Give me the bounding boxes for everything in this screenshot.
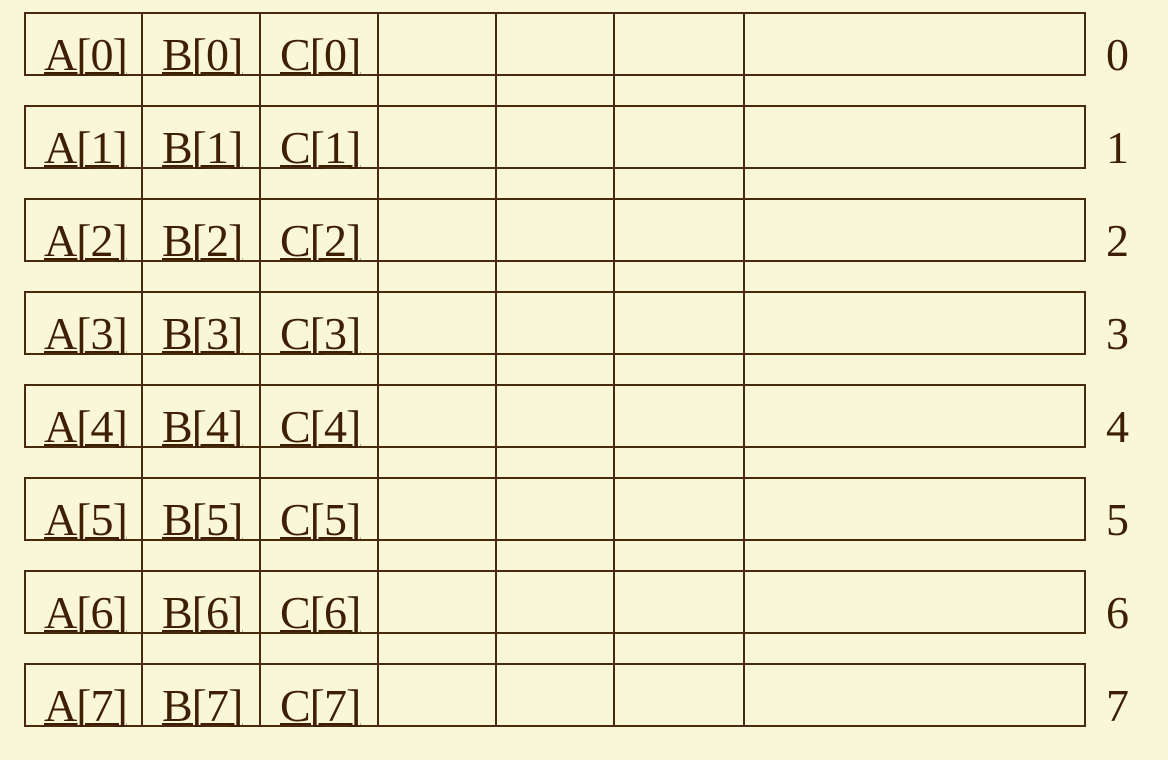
array-element-label: A[2] [44,215,128,266]
column-divider [495,12,497,726]
array-element-label: B[7] [162,680,243,731]
row-index-label: 6 [1106,587,1129,638]
array-element-label: C[5] [280,494,361,545]
memory-layout-diagram: A[0] B[0] C[0] 0 A[1] B[1] C[1] 1 A[2] B[2] C[2] 2 A… [0,0,1168,760]
array-element-label: A[0] [44,29,128,80]
array-element-label: A[6] [44,587,128,638]
row-index-label: 3 [1106,308,1129,359]
row-index-label: 1 [1106,122,1129,173]
row-index-label: 7 [1106,680,1129,731]
array-element-label: C[4] [280,401,361,452]
array-element-label: C[0] [280,29,361,80]
array-element-label: A[4] [44,401,128,452]
array-element-label: C[7] [280,680,361,731]
array-element-label: A[7] [44,680,128,731]
array-element-label: A[5] [44,494,128,545]
array-element-label: B[3] [162,308,243,359]
array-element-label: C[2] [280,215,361,266]
row-index-label: 2 [1106,215,1129,266]
column-divider [613,12,615,726]
array-element-label: C[3] [280,308,361,359]
column-divider [743,12,745,726]
column-divider [377,12,379,726]
array-element-label: B[0] [162,29,243,80]
array-element-label: A[1] [44,122,128,173]
row-index-label: 0 [1106,29,1129,80]
array-element-label: B[4] [162,401,243,452]
row-index-label: 5 [1106,494,1129,545]
array-element-label: B[5] [162,494,243,545]
column-divider [141,12,143,726]
row-index-label: 4 [1106,401,1129,452]
array-element-label: C[1] [280,122,361,173]
array-element-label: B[1] [162,122,243,173]
column-divider [259,12,261,726]
array-element-label: C[6] [280,587,361,638]
array-element-label: B[2] [162,215,243,266]
array-element-label: B[6] [162,587,243,638]
array-element-label: A[3] [44,308,128,359]
